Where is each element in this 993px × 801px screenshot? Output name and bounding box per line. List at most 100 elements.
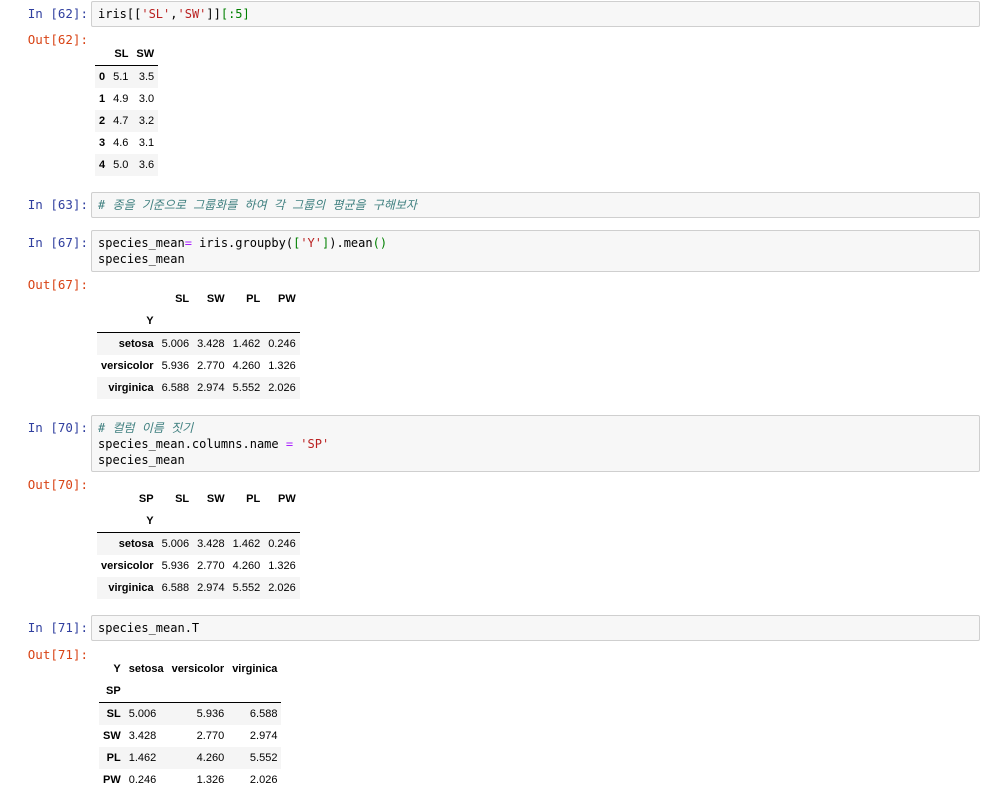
table-cell: 4.260	[232, 359, 261, 372]
out-prompt: Out[70]:	[27, 477, 88, 492]
table-cell: 3.428	[128, 729, 157, 742]
table-cell: 3.2	[138, 114, 155, 127]
column-header: SL	[109, 43, 133, 66]
table-cell: 0.246	[128, 773, 157, 786]
table-cell: 4.9	[113, 92, 129, 105]
table-row: SW 3.428 2.770 2.974	[99, 725, 281, 747]
code-operator: =	[184, 236, 192, 250]
table-cell: 5.936	[161, 359, 190, 372]
column-header: SL	[175, 293, 190, 305]
table-cell: 2.974	[197, 581, 225, 594]
column-header: PL	[246, 293, 261, 305]
table-cell: 5.552	[249, 751, 278, 764]
code-token: ,	[170, 7, 178, 21]
column-header: SW	[132, 43, 159, 66]
row-index: 2	[99, 114, 106, 127]
in-prompt: In [70]:	[27, 420, 88, 435]
code-token: ).mean	[329, 236, 373, 250]
table-cell: 5.006	[161, 537, 190, 550]
table-cell: 5.006	[128, 707, 157, 720]
row-index: PW	[103, 773, 121, 786]
table-row: 4 5.0 3.6	[95, 153, 159, 176]
row-index: SW	[103, 729, 121, 742]
index-name-header: Y	[97, 510, 158, 533]
column-header: PW	[277, 293, 296, 305]
table-cell: 2.770	[197, 359, 225, 372]
column-header: SL	[175, 493, 190, 505]
table-row: 3 4.6 3.1	[95, 132, 158, 154]
table-cell: 2.026	[268, 581, 296, 594]
code-token: species_mean.T	[98, 621, 200, 635]
code-comment: # 종을 기준으로 그룹화를 하여 각 그룹의 평균을 구해보자	[98, 198, 417, 212]
code-input[interactable]: species_mean= iris.groupby(['Y']).mean()…	[91, 230, 980, 272]
table-cell: 0.246	[268, 337, 296, 350]
table-cell: 4.260	[232, 559, 261, 572]
in-prompt: In [62]:	[27, 6, 88, 21]
code-string: 'SL'	[141, 7, 171, 21]
table-cell: 4.260	[196, 751, 225, 764]
out-prompt: Out[71]:	[27, 647, 88, 662]
code-input[interactable]: species_mean.T	[91, 615, 980, 641]
table-cell: 5.936	[196, 707, 225, 720]
row-index: 0	[99, 70, 106, 83]
table-cell: 5.936	[161, 559, 190, 572]
row-index: 4	[99, 158, 106, 171]
row-index: versicolor	[101, 359, 154, 372]
table-cell: 2.974	[249, 729, 278, 742]
in-prompt: In [71]:	[27, 620, 88, 635]
table-cell: 2.974	[197, 381, 225, 394]
dataframe-output: Y setosa versicolor virginica SP SL 5.00…	[99, 658, 282, 791]
table-cell: 2.026	[268, 381, 296, 394]
code-input[interactable]: # 컬럼 이름 짓기 species_mean.columns.name = '…	[91, 415, 980, 472]
code-comment: # 컬럼 이름 짓기	[98, 421, 194, 435]
table-row: versicolor 5.936 2.770 4.260 1.326	[97, 555, 300, 577]
dataframe-output: SL SW 0 5.1 3.5 1 4.9 3.0 2 4.7 3.2 3 4.…	[95, 43, 159, 176]
table-cell: 5.0	[113, 158, 129, 171]
code-string: 'SP'	[293, 437, 330, 451]
code-token: species_mean	[98, 252, 185, 266]
row-index: 1	[99, 92, 106, 105]
table-row: setosa 5.006 3.428 1.462 0.246	[97, 532, 300, 555]
row-index: virginica	[108, 581, 154, 594]
table-cell: 6.588	[161, 581, 190, 594]
columns-name-header: Y	[113, 663, 121, 675]
column-header: setosa	[128, 663, 164, 675]
table-cell: 1.326	[268, 359, 296, 372]
table-cell: 3.428	[197, 337, 225, 350]
code-input[interactable]: iris[['SL','SW']][:5]	[91, 1, 980, 27]
table-cell: 5.1	[113, 70, 129, 83]
table-cell: 1.462	[128, 751, 157, 764]
code-token: species_mean	[98, 453, 185, 467]
table-cell: 3.6	[138, 158, 155, 171]
code-token: ]]	[206, 7, 221, 21]
table-cell: 5.552	[232, 581, 261, 594]
code-slice: [:5]	[220, 7, 250, 21]
dataframe-output: SP SL SW PL PW Y setosa 5.006 3.428 1.46…	[97, 488, 300, 599]
table-row: virginica 6.588 2.974 5.552 2.026	[97, 576, 300, 599]
column-header: versicolor	[171, 663, 225, 675]
table-row: 1 4.9 3.0	[95, 88, 158, 110]
table-cell: 2.770	[197, 559, 225, 572]
out-prompt: Out[62]:	[27, 32, 88, 47]
code-token: species_mean.columns.name	[98, 437, 286, 451]
table-row: setosa 5.006 3.428 1.462 0.246	[97, 332, 300, 355]
row-index: versicolor	[101, 559, 154, 572]
columns-name-header	[97, 288, 158, 310]
row-index: 3	[99, 136, 106, 149]
table-cell: 4.6	[113, 136, 129, 149]
table-row: virginica 6.588 2.974 5.552 2.026	[97, 376, 300, 399]
code-token: iris.groupby(	[191, 236, 294, 250]
table-row: 2 4.7 3.2	[95, 109, 159, 132]
table-cell: 1.462	[232, 537, 261, 550]
table-row: SL 5.006 5.936 6.588	[99, 702, 282, 725]
column-header: SW	[206, 293, 225, 305]
column-header: virginica	[232, 663, 278, 675]
row-index: SL	[106, 707, 121, 720]
dataframe-output: SL SW PL PW Y setosa 5.006 3.428 1.462 0…	[97, 288, 300, 399]
code-input[interactable]: # 종을 기준으로 그룹화를 하여 각 그룹의 평균을 구해보자	[91, 192, 980, 218]
in-prompt: In [63]:	[27, 197, 88, 212]
column-header: PW	[277, 493, 296, 505]
table-cell: 3.428	[197, 537, 225, 550]
code-token: species_mean	[98, 236, 185, 250]
table-cell: 6.588	[161, 381, 190, 394]
